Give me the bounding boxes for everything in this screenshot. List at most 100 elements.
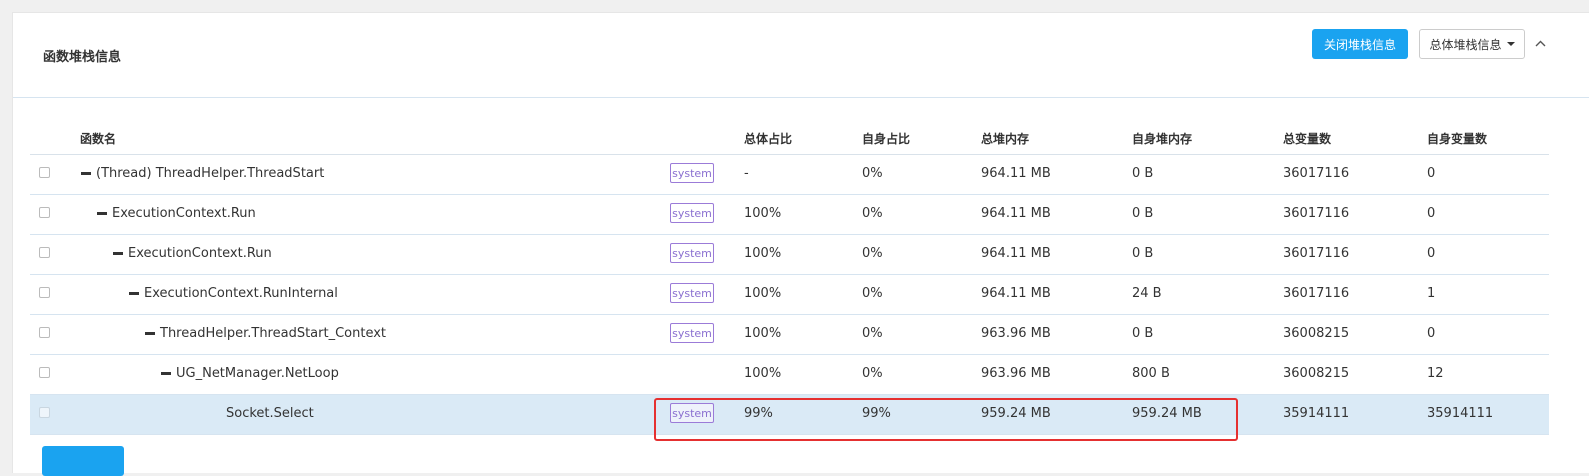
function-name-cell: ExecutionContext.Run <box>97 206 256 221</box>
function-name: Socket.Select <box>226 406 314 421</box>
cell-self-pct: 0% <box>862 326 883 341</box>
function-name-cell: (Thread) ThreadHelper.ThreadStart <box>81 166 324 181</box>
function-name: ThreadHelper.ThreadStart_Context <box>160 326 387 341</box>
cell-self-vars: 12 <box>1427 366 1444 381</box>
table-row[interactable]: Socket.Select system 99% 99% 959.24 MB 959.24… <box>30 395 1549 435</box>
cell-self-pct: 0% <box>862 166 883 181</box>
cell-self-heap: 800 B <box>1132 366 1170 381</box>
cell-self-vars: 35914111 <box>1427 406 1494 421</box>
system-tag: system <box>670 403 714 423</box>
cell-total-heap: 963.96 MB <box>981 366 1051 381</box>
cell-self-vars: 0 <box>1427 206 1436 221</box>
cell-total-vars: 35914111 <box>1283 406 1350 421</box>
system-tag: system <box>670 323 714 343</box>
function-name-cell: ExecutionContext.RunInternal <box>129 286 338 301</box>
function-stack-table: 函数名 总体占比 自身占比 总堆内存 自身堆内存 总变量数 自身变量数 (Thr… <box>30 121 1549 435</box>
cell-self-pct: 0% <box>862 246 883 261</box>
row-checkbox[interactable] <box>39 407 50 418</box>
cell-self-vars: 0 <box>1427 246 1436 261</box>
collapse-node-icon[interactable] <box>129 292 139 295</box>
function-name: ExecutionContext.Run <box>112 206 256 221</box>
collapse-node-icon[interactable] <box>145 332 155 335</box>
cell-self-vars: 0 <box>1427 326 1436 341</box>
close-stack-info-button[interactable]: 关闭堆栈信息 <box>1312 29 1408 59</box>
caret-down-icon <box>1506 42 1515 46</box>
table-row[interactable]: UG_NetManager.NetLoop 100% 0% 963.96 MB 800 … <box>30 355 1549 395</box>
cell-self-pct: 99% <box>862 406 891 421</box>
row-checkbox[interactable] <box>39 287 50 298</box>
function-name-cell: ExecutionContext.Run <box>113 246 272 261</box>
cell-self-heap: 0 B <box>1132 206 1154 221</box>
cell-self-heap: 0 B <box>1132 166 1154 181</box>
cell-total-pct: 100% <box>744 246 782 261</box>
cell-self-pct: 0% <box>862 206 883 221</box>
collapse-panel-button[interactable] <box>1533 36 1547 50</box>
row-checkbox[interactable] <box>39 167 50 178</box>
cell-total-vars: 36017116 <box>1283 286 1350 301</box>
cell-total-pct: 99% <box>744 406 773 421</box>
function-name-cell: UG_NetManager.NetLoop <box>161 366 339 381</box>
stack-view-dropdown-label: 总体堆栈信息 <box>1429 37 1502 52</box>
system-tag: system <box>670 203 714 223</box>
function-name-cell: ThreadHelper.ThreadStart_Context <box>145 326 386 341</box>
chevron-up-icon <box>1535 40 1545 46</box>
row-checkbox[interactable] <box>39 247 50 258</box>
col-function-name[interactable]: 函数名 <box>80 130 116 147</box>
col-self-heap[interactable]: 自身堆内存 <box>1132 130 1192 147</box>
collapse-node-icon[interactable] <box>113 252 123 255</box>
cell-total-pct: 100% <box>744 286 782 301</box>
function-name: UG_NetManager.NetLoop <box>176 366 339 381</box>
cell-total-vars: 36008215 <box>1283 326 1350 341</box>
cell-self-heap: 0 B <box>1132 246 1154 261</box>
col-self-vars[interactable]: 自身变量数 <box>1427 130 1487 147</box>
col-total-pct[interactable]: 总体占比 <box>744 130 792 147</box>
col-self-pct[interactable]: 自身占比 <box>862 130 910 147</box>
cell-total-heap: 964.11 MB <box>981 206 1051 221</box>
table-row[interactable]: ExecutionContext.Run system 100% 0% 964.11 M… <box>30 235 1549 275</box>
cell-total-heap: 964.11 MB <box>981 246 1051 261</box>
cell-total-vars: 36008215 <box>1283 366 1350 381</box>
system-tag: system <box>670 283 714 303</box>
col-total-heap[interactable]: 总堆内存 <box>981 130 1029 147</box>
function-name: ExecutionContext.RunInternal <box>144 286 338 301</box>
panel-title: 函数堆栈信息 <box>43 50 122 65</box>
table-header: 函数名 总体占比 自身占比 总堆内存 自身堆内存 总变量数 自身变量数 <box>30 121 1549 155</box>
table-row[interactable]: ExecutionContext.RunInternal system 100% 0%… <box>30 275 1549 315</box>
function-name: ExecutionContext.Run <box>128 246 272 261</box>
collapse-node-icon[interactable] <box>97 212 107 215</box>
cell-total-heap: 959.24 MB <box>981 406 1051 421</box>
cell-total-vars: 36017116 <box>1283 206 1350 221</box>
col-total-vars[interactable]: 总变量数 <box>1283 130 1331 147</box>
stack-view-dropdown[interactable]: 总体堆栈信息 <box>1419 29 1525 59</box>
row-checkbox[interactable] <box>39 207 50 218</box>
cell-total-heap: 963.96 MB <box>981 326 1051 341</box>
cell-total-vars: 36017116 <box>1283 166 1350 181</box>
collapse-node-icon[interactable] <box>161 372 171 375</box>
table-row[interactable]: (Thread) ThreadHelper.ThreadStart system -… <box>30 155 1549 195</box>
cell-self-pct: 0% <box>862 286 883 301</box>
cell-total-pct: 100% <box>744 366 782 381</box>
function-name-cell: Socket.Select <box>226 406 314 421</box>
system-tag: system <box>670 163 714 183</box>
cell-self-heap: 0 B <box>1132 326 1154 341</box>
cell-total-pct: - <box>744 166 749 181</box>
table-body: (Thread) ThreadHelper.ThreadStart system -… <box>30 155 1549 435</box>
row-checkbox[interactable] <box>39 367 50 378</box>
function-name: (Thread) ThreadHelper.ThreadStart <box>96 166 325 181</box>
cell-total-pct: 100% <box>744 206 782 221</box>
collapse-node-icon[interactable] <box>81 172 91 175</box>
bottom-button[interactable] <box>42 446 124 476</box>
cell-self-heap: 959.24 MB <box>1132 406 1202 421</box>
table-row[interactable]: ExecutionContext.Run system 100% 0% 964.11 M… <box>30 195 1549 235</box>
table-row[interactable]: ThreadHelper.ThreadStart_Context system 10… <box>30 315 1549 355</box>
cell-self-heap: 24 B <box>1132 286 1162 301</box>
cell-total-heap: 964.11 MB <box>981 286 1051 301</box>
cell-self-vars: 1 <box>1427 286 1436 301</box>
system-tag: system <box>670 243 714 263</box>
cell-total-heap: 964.11 MB <box>981 166 1051 181</box>
row-checkbox[interactable] <box>39 327 50 338</box>
cell-total-vars: 36017116 <box>1283 246 1350 261</box>
cell-self-pct: 0% <box>862 366 883 381</box>
cell-self-vars: 0 <box>1427 166 1436 181</box>
cell-total-pct: 100% <box>744 326 782 341</box>
